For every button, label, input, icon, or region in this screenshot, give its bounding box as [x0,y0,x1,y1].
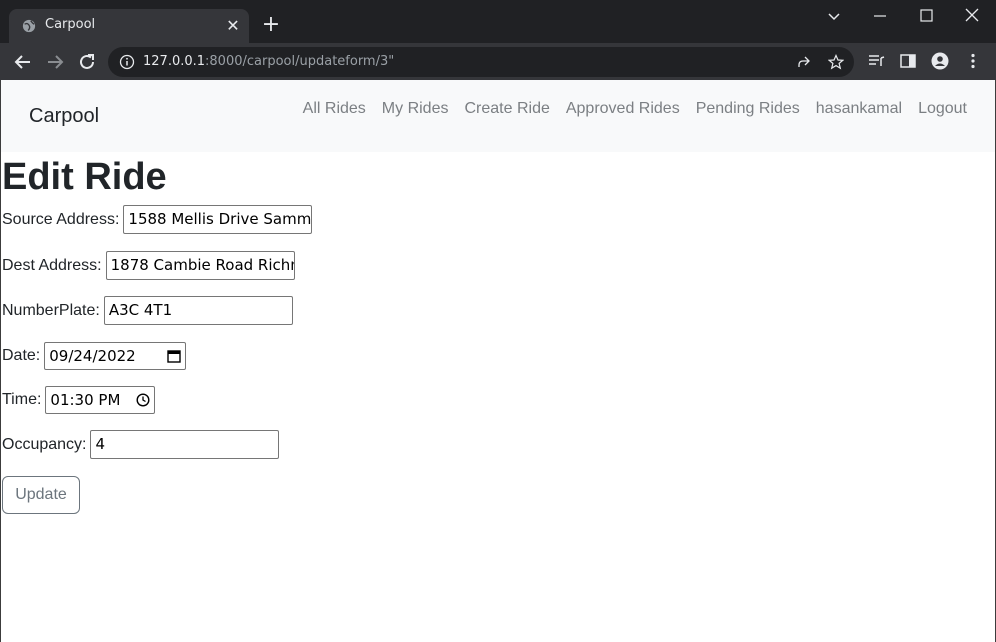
close-window-icon[interactable] [962,6,982,26]
share-icon[interactable] [796,54,812,70]
date-input[interactable]: 09/24/2022 [44,342,187,370]
number-plate-row: NumberPlate: A3C 4T1 [2,296,293,325]
nav-link-create-ride[interactable]: Create Ride [456,99,557,119]
occupancy-row: Occupancy: 4 [2,430,280,459]
bookmark-star-icon[interactable] [828,54,844,70]
url-path: :8000/carpool/updateform/3" [205,54,395,69]
nav-link-logout[interactable]: Logout [910,99,975,119]
browser-titlebar: Carpool ✕ + [0,0,996,43]
site-navbar: Carpool All Rides My Rides Create Ride A… [1,80,995,152]
source-address-row: Source Address: 1588 Mellis Drive Sammai [2,205,313,234]
side-panel-icon[interactable] [899,52,917,70]
time-row: Time: 01:30 PM [2,386,156,414]
close-tab-icon[interactable]: ✕ [225,18,241,34]
media-control-icon[interactable] [867,52,885,70]
date-value: 09/24/2022 [49,346,136,365]
page-title: Edit Ride [2,156,167,198]
reload-icon[interactable] [76,51,98,73]
nav-link-approved-rides[interactable]: Approved Rides [558,99,688,119]
profile-avatar-icon[interactable] [931,52,949,70]
clock-icon[interactable] [136,393,150,407]
navbar-brand[interactable]: Carpool [29,105,99,128]
browser-toolbar: 127.0.0.1:8000/carpool/updateform/3" [0,43,996,80]
new-tab-icon[interactable]: + [261,14,281,36]
back-arrow-icon[interactable] [12,51,34,73]
nav-link-pending-rides[interactable]: Pending Rides [688,99,808,119]
dest-address-row: Dest Address: 1878 Cambie Road Richm [2,251,295,280]
globe-icon [22,19,36,33]
forward-arrow-icon[interactable] [44,51,66,73]
calendar-icon[interactable] [167,349,181,363]
occupancy-label: Occupancy: [2,435,87,453]
update-button[interactable]: Update [2,476,80,514]
nav-link-username[interactable]: hasankamal [808,99,910,119]
source-address-label: Source Address: [2,210,120,228]
date-label: Date: [2,347,41,364]
dest-address-label: Dest Address: [2,256,102,274]
maximize-icon[interactable] [916,6,936,26]
tab-search-icon[interactable] [824,6,844,26]
nav-link-my-rides[interactable]: My Rides [374,99,457,119]
source-address-input[interactable]: 1588 Mellis Drive Sammai [123,205,313,234]
minimize-icon[interactable] [870,6,890,26]
more-menu-icon[interactable] [964,52,982,70]
number-plate-input[interactable]: A3C 4T1 [103,296,293,325]
url-host: 127.0.0.1 [143,54,206,69]
number-plate-label: NumberPlate: [2,301,100,319]
occupancy-input[interactable]: 4 [90,430,280,459]
url-text[interactable]: 127.0.0.1:8000/carpool/updateform/3" [143,54,394,69]
time-input[interactable]: 01:30 PM [45,386,156,414]
dest-address-input[interactable]: 1878 Cambie Road Richm [105,251,295,280]
site-info-icon[interactable] [119,54,135,70]
tab-title: Carpool [45,17,96,32]
nav-links: All Rides My Rides Create Ride Approved … [295,99,975,119]
address-bar[interactable]: 127.0.0.1:8000/carpool/updateform/3" [108,47,854,77]
nav-link-all-rides[interactable]: All Rides [295,99,374,119]
date-row: Date: 09/24/2022 [2,342,187,370]
window-border-left [0,80,1,642]
time-label: Time: [2,391,42,408]
time-value: 01:30 PM [50,390,121,409]
browser-tab[interactable]: Carpool ✕ [9,9,249,43]
